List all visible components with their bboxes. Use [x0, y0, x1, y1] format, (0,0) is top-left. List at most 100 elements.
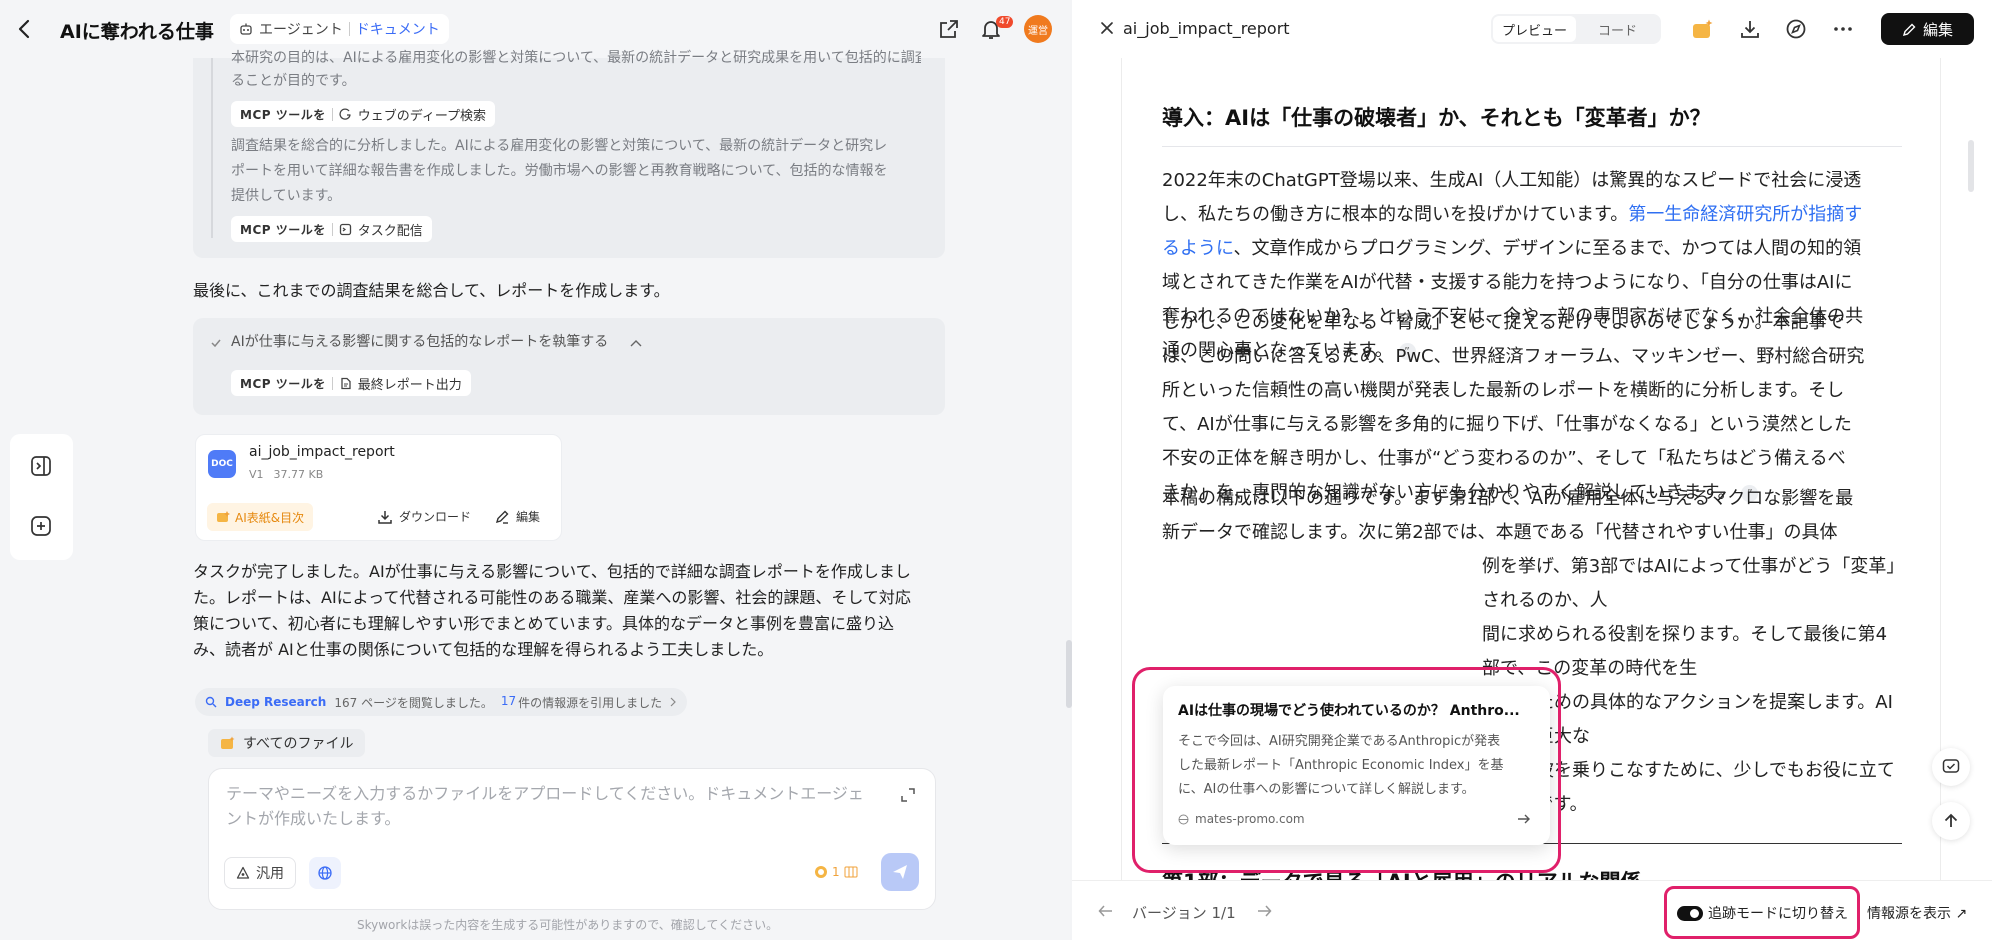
- sources-text: 件の情報源を引用しました: [518, 695, 663, 710]
- deep-research-pill[interactable]: Deep Research 167 ページを閲覧しました。 17 件の情報源を引用…: [195, 688, 688, 716]
- chip-divider: [331, 222, 333, 236]
- chat-panel: AIに奪われる仕事 エージェント ドキュメント 47 運営 本研究の目的は、AI…: [0, 0, 1072, 940]
- highlight-box-tracking: [1664, 886, 1860, 939]
- tab-code[interactable]: コード: [1576, 16, 1659, 42]
- new-chat-icon[interactable]: [29, 514, 53, 538]
- ai-folder-icon[interactable]: [1690, 16, 1716, 42]
- avatar[interactable]: 運営: [1024, 15, 1052, 43]
- show-sources-link[interactable]: 情報源を表示 ↗: [1867, 903, 1967, 923]
- doc-scrollbar[interactable]: [1968, 140, 1974, 192]
- document-card[interactable]: DOC ai_job_impact_report V1 37.77 KB AI表…: [195, 434, 562, 541]
- next-version-icon[interactable]: [1256, 904, 1272, 918]
- ai-sparkle-icon: [216, 510, 230, 524]
- research-search-icon: [205, 696, 217, 708]
- panel-toggle-icon[interactable]: [29, 454, 53, 478]
- step-title[interactable]: AIが仕事に与える影響に関する包括的なレポートを執筆する: [231, 330, 608, 355]
- para-text: 、文章作成からプログラミング、デザインに至るまで、かつては人間の知的領: [1233, 238, 1862, 259]
- all-files-label: すべてのファイル: [243, 736, 354, 752]
- preview-file-name: ai_job_impact_report: [1123, 19, 1290, 38]
- mcp-tool-chip-output[interactable]: MCP ツールを 最終レポート出力: [231, 370, 471, 396]
- edit-label: 編集: [1922, 20, 1953, 39]
- mcp-tool-label: MCP ツールを: [240, 107, 326, 122]
- report-output-icon: [339, 377, 352, 390]
- tab-preview[interactable]: プレビュー: [1493, 16, 1576, 42]
- deep-research-label: Deep Research: [225, 695, 327, 709]
- prev-version-icon[interactable]: [1098, 904, 1114, 918]
- completion-line: み、読者が AIと仕事の関係について包括的な理解を得られるよう工夫しました。: [193, 640, 774, 659]
- doc-size: 37.77 KB: [273, 468, 324, 481]
- citation-link[interactable]: 第一生命経済研究所が指摘す: [1628, 204, 1862, 225]
- para-line: は、この問いに答えるため、PwC、世界経済フォーラム、マッキンゼー、野村総合研究: [1162, 346, 1865, 367]
- heading-divider: [1162, 146, 1902, 147]
- step-card-report: AIが仕事に与える影響に関する包括的なレポートを執筆する MCP ツールを 最終…: [193, 318, 945, 415]
- mcp-tool-label: MCP ツールを: [240, 222, 326, 237]
- agent-type-pill: エージェント ドキュメント: [230, 14, 449, 44]
- edit-doc-button[interactable]: 編集: [494, 508, 540, 525]
- completion-line: タスクが完了しました。AIが仕事に与える影響について、包括的で詳細な調査レポート…: [193, 562, 911, 581]
- edit-doc-label: 編集: [516, 510, 541, 524]
- doc-meta: V1 37.77 KB: [249, 468, 323, 481]
- disclaimer-text: Skyworkは誤った内容を生成する可能性がありますので、確認してください。: [357, 918, 779, 932]
- doc-file-icon: DOC: [208, 450, 236, 478]
- all-files-button[interactable]: すべてのファイル: [208, 729, 366, 757]
- share-icon[interactable]: [937, 17, 961, 41]
- mode-icon: [236, 866, 250, 880]
- send-button[interactable]: [881, 853, 919, 891]
- mcp-tool-label: MCP ツールを: [240, 376, 326, 391]
- para-line: 例を挙げ、第3部ではAIによって仕事がどう「変革」されるのか、人: [1482, 556, 1896, 611]
- placeholder-line: ントが作成いたします。: [226, 809, 401, 828]
- citation-link[interactable]: るように: [1162, 238, 1233, 259]
- web-search-icon: [339, 108, 352, 121]
- chevron-up-icon[interactable]: [630, 339, 642, 347]
- mcp-tool-chip-search[interactable]: MCP ツールを ウェブのディープ検索: [231, 101, 496, 127]
- mode-selector[interactable]: 汎用: [224, 857, 296, 889]
- summary-line: 提供しています。: [231, 188, 342, 204]
- credit-indicator: 1: [814, 865, 858, 879]
- card-partial-line: 本研究の目的は、AIによる雇用変化の影響と対策について、最新の統計データと研究成…: [231, 50, 921, 66]
- prompt-input[interactable]: テーマやニーズを入力するかファイルをアプロードしてください。ドキュメントエージェ…: [208, 768, 936, 910]
- compass-icon[interactable]: [1783, 16, 1809, 42]
- feedback-icon: [1941, 757, 1961, 777]
- placeholder-line: テーマやニーズを入力するかファイルをアプロードしてください。ドキュメントエージェ: [226, 784, 864, 803]
- edit-button[interactable]: 編集: [1881, 13, 1974, 45]
- expand-icon[interactable]: [900, 787, 916, 803]
- chevron-right-icon: [670, 697, 677, 707]
- download-label: ダウンロード: [399, 510, 472, 524]
- mode-label: 汎用: [256, 866, 284, 882]
- globe-icon[interactable]: [309, 857, 341, 889]
- pages-viewed-text: 167 ページを閲覧しました。: [334, 695, 493, 710]
- completion-line: 策について、初心者にも理解しやすい形でまとめています。具体的なデータと事例を豊富…: [193, 614, 894, 633]
- task-icon: [339, 223, 352, 236]
- para-line: 域とされてきた作業をAIが代替・支援する能力を持つようになり、「自分の仕事はAI…: [1162, 272, 1853, 293]
- scroll-top-button[interactable]: [1932, 802, 1970, 840]
- download-icon: [377, 509, 393, 525]
- completion-line: た。レポートは、AIによって代替される可能性のある職業、産業への影響、社会的課題…: [193, 588, 911, 607]
- check-icon: [210, 337, 222, 349]
- chip-divider: [331, 376, 333, 390]
- close-icon[interactable]: [1098, 19, 1116, 37]
- card-partial-line: ることが目的です。: [231, 73, 356, 89]
- step-timeline-line: [211, 58, 213, 238]
- doc-heading: 導入：AIは「仕事の破壊者」か、それとも「変革者」か？: [1162, 106, 1711, 130]
- feedback-button[interactable]: [1932, 748, 1970, 786]
- download-button[interactable]: ダウンロード: [377, 508, 471, 525]
- ai-cover-label: AI表紙&目次: [235, 510, 305, 525]
- side-toolbar: [10, 434, 73, 560]
- pencil-icon: [494, 509, 510, 525]
- para-line: し、私たちの働き方に根本的な問いを投げかけています。第一生命経済研究所が指摘す: [1162, 198, 1902, 232]
- more-icon[interactable]: [1830, 16, 1856, 42]
- para-line: 新データで確認します。次に第2部では、本題である「代替されやすい仕事」の具体: [1162, 522, 1838, 543]
- robot-icon: [239, 22, 253, 36]
- para-line: 所といった信頼性の高い機関が発表した最新のレポートを横断的に分析します。そし: [1162, 380, 1845, 401]
- doc-version: V1: [249, 468, 264, 481]
- final-note-text: 最後に、これまでの調査結果を総合して、レポートを作成します。: [193, 281, 670, 300]
- para-text: し、私たちの働き方に根本的な問いを投げかけています。: [1162, 204, 1629, 225]
- mcp-tool-chip-task[interactable]: MCP ツールを タスク配信: [231, 216, 432, 242]
- download-icon[interactable]: [1737, 16, 1763, 42]
- ai-cover-toc-button[interactable]: AI表紙&目次: [207, 503, 314, 531]
- credit-grid-icon: [844, 866, 858, 878]
- back-arrow-icon[interactable]: [12, 16, 38, 42]
- agent-label: エージェント: [259, 22, 343, 38]
- para-line: て、AIが仕事に与える影響を多角的に掘り下げ、「仕事がなくなる」という漠然とした: [1162, 414, 1852, 435]
- view-mode-toggle: プレビュー コード: [1491, 14, 1661, 44]
